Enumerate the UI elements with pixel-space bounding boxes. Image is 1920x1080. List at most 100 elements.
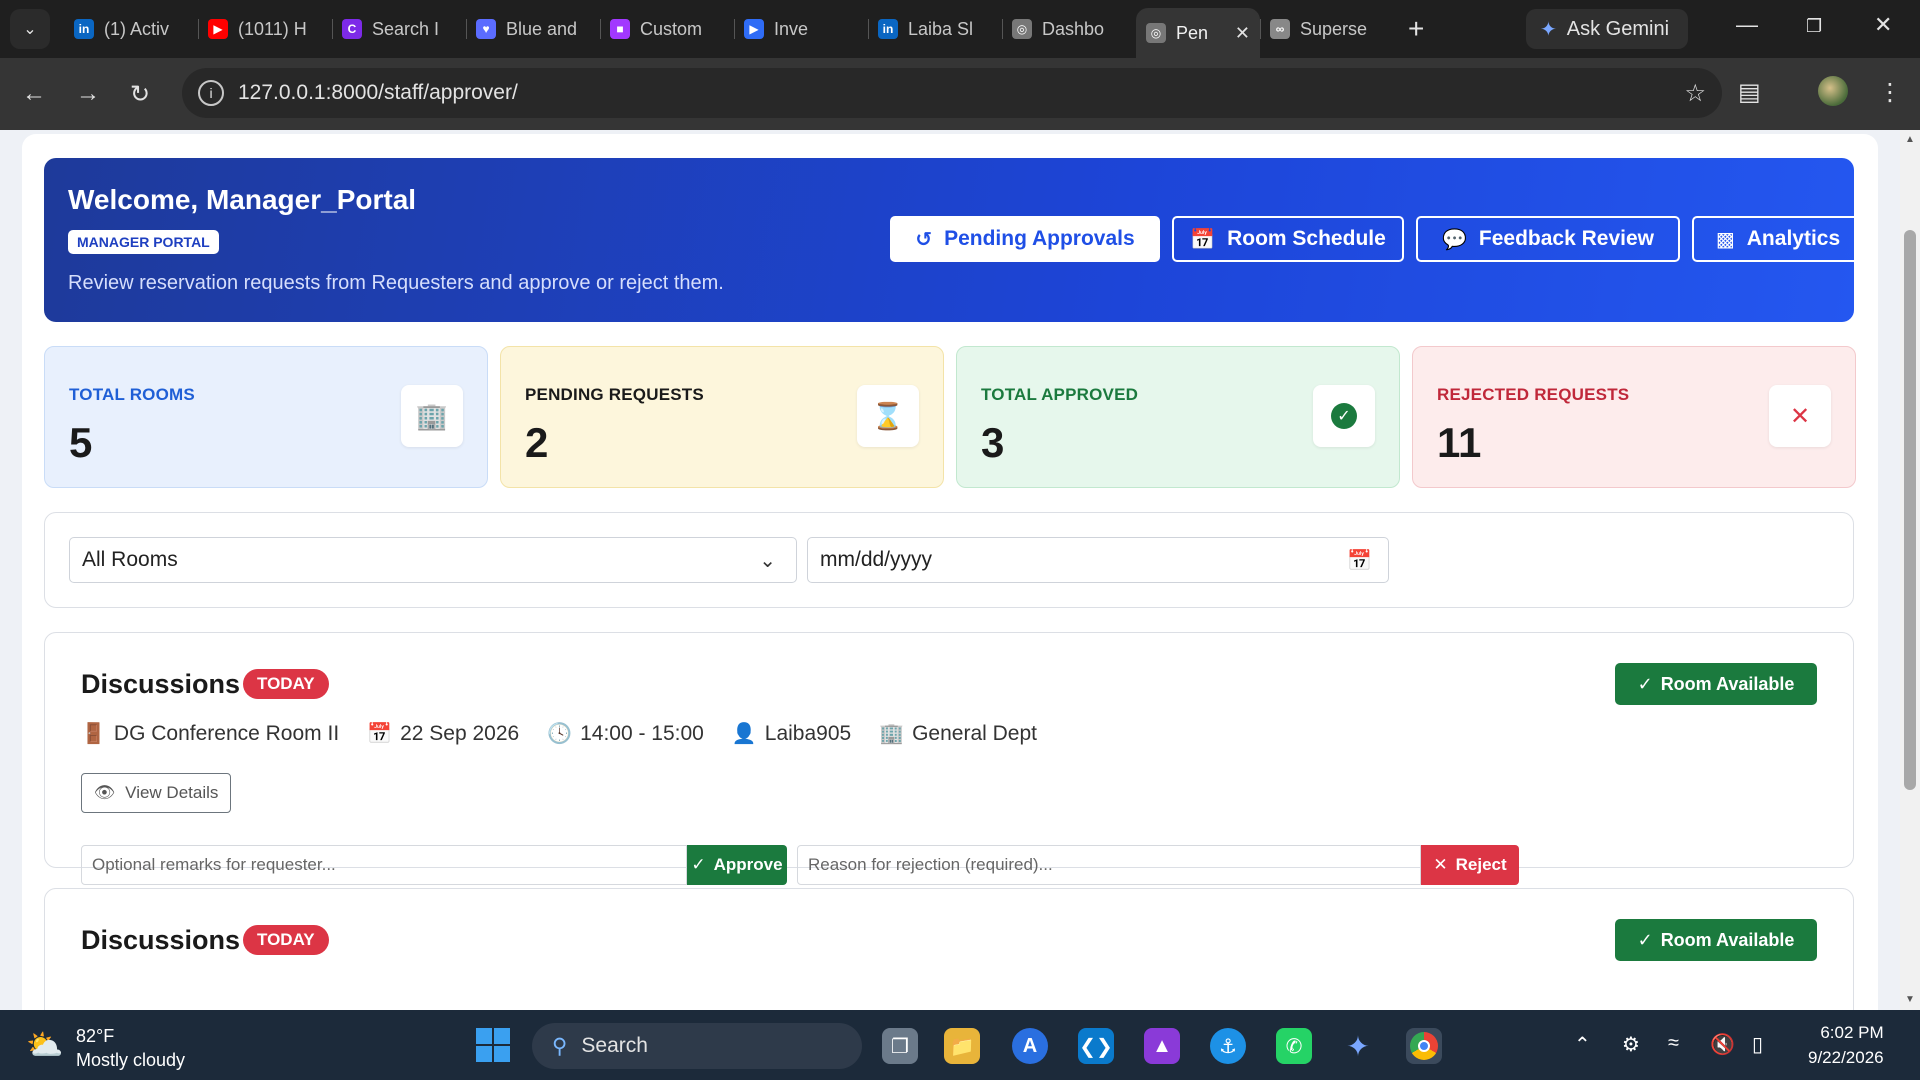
browser-tab[interactable]: C Search I — [332, 7, 466, 51]
restore-button[interactable]: ❐ — [1806, 16, 1822, 37]
windows-taskbar: ⛅ 82°F Mostly cloudy ⚲ Search ❐ 📁 A ❮❯ ▲… — [0, 1010, 1920, 1080]
today-badge: TODAY — [243, 669, 329, 699]
browser-tab[interactable]: ♥ Blue and — [466, 7, 600, 51]
chrome-icon[interactable] — [1406, 1028, 1442, 1064]
room-meta: 🚪 DG Conference Room II — [81, 722, 340, 745]
start-button[interactable] — [476, 1028, 510, 1062]
dept-meta: 🏢 General Dept — [879, 722, 1037, 745]
welcome-banner: Welcome, Manager_Portal MANAGER PORTAL R… — [44, 158, 1864, 322]
stat-value: 5 — [69, 419, 93, 466]
scroll-down-icon[interactable]: ▼ — [1905, 994, 1915, 1005]
tab-search-button[interactable]: ⌄ — [10, 9, 50, 49]
eye-icon: 👁 — [93, 783, 116, 802]
new-tab-button[interactable]: + — [1408, 13, 1424, 45]
stat-card-total-approved: TOTAL APPROVED 3 ✓ — [956, 346, 1400, 488]
page-scrollbar[interactable]: ▲ ▼ — [1900, 130, 1920, 1010]
minimize-button[interactable]: — — [1736, 12, 1758, 38]
building-icon: 🏢 — [879, 723, 905, 745]
stat-card-rejected-requests: REJECTED REQUESTS 11 ✕ — [1412, 346, 1856, 488]
browser-tab[interactable]: ▶ Inve — [734, 7, 868, 51]
back-button[interactable]: ← — [22, 80, 46, 108]
system-clock[interactable]: 6:02 PM 9/22/2026 — [1808, 1020, 1884, 1070]
scrollbar-thumb[interactable] — [1904, 230, 1916, 790]
browser-tab[interactable]: ∞ Superse — [1260, 7, 1394, 51]
globe-icon: ◎ — [1012, 19, 1032, 39]
heart-icon: ♥ — [476, 19, 496, 39]
request-meta: 🚪 DG Conference Room II 📅 22 Sep 2026 🕓 14:… — [81, 721, 1037, 746]
globe-icon: ◎ — [1146, 23, 1166, 43]
linkedin-icon: in — [74, 19, 94, 39]
app-store-icon[interactable]: A — [1012, 1028, 1048, 1064]
chevron-down-icon: ⌄ — [759, 550, 776, 572]
play-icon: ▶ — [744, 19, 764, 39]
reload-button[interactable]: ↻ — [130, 80, 150, 109]
whatsapp-icon[interactable]: ✆ — [1276, 1028, 1312, 1064]
room-available-button[interactable]: ✓ Room Available — [1615, 919, 1817, 961]
check-circle-icon: ✓ — [1313, 385, 1375, 447]
scroll-up-icon[interactable]: ▲ — [1905, 134, 1915, 145]
infinity-icon: ∞ — [1270, 19, 1290, 39]
filter-bar: All Rooms ⌄ mm/dd/yyyy 📅 — [44, 512, 1854, 608]
browser-tab[interactable]: ■ Custom — [600, 7, 734, 51]
approve-button[interactable]: ✓ Approve — [687, 845, 787, 885]
file-explorer-icon[interactable]: 📁 — [944, 1028, 980, 1064]
browser-tab[interactable]: in (1) Activ — [64, 7, 198, 51]
reject-button[interactable]: ✕ Reject — [1421, 845, 1519, 885]
tray-overflow-icon[interactable]: ⌃ — [1574, 1032, 1591, 1057]
volume-muted-icon[interactable]: 🔇 — [1710, 1032, 1735, 1057]
browser-tab[interactable]: ▶ (1011) H — [198, 7, 332, 51]
browser-tab-bar: ⌄ in (1) Activ ▶ (1011) H C Search I ♥ Blue and… — [0, 0, 1920, 58]
room-filter-select[interactable]: All Rooms ⌄ — [69, 537, 797, 583]
cloudy-icon: ⛅ — [26, 1029, 64, 1062]
room-available-button[interactable]: ✓ Room Available — [1615, 663, 1817, 705]
today-badge: TODAY — [243, 925, 329, 955]
canva-icon: C — [342, 19, 362, 39]
omnibox[interactable]: i 127.0.0.1:8000/staff/approver/ ☆ — [182, 68, 1722, 118]
view-details-button[interactable]: 👁 View Details — [81, 773, 231, 813]
user-icon: 👤 — [731, 723, 757, 745]
menu-kebab-icon[interactable]: ⋮ — [1878, 78, 1902, 107]
stat-value: 11 — [1437, 419, 1482, 466]
task-view-icon[interactable]: ❐ — [882, 1028, 918, 1064]
wifi-icon[interactable]: ≈ — [1668, 1032, 1679, 1055]
stat-card-pending-requests: PENDING REQUESTS 2 ⌛ — [500, 346, 944, 488]
browser-tab[interactable]: ◎ Pen ✕ — [1136, 8, 1260, 58]
close-tab-icon[interactable]: ✕ — [1235, 23, 1250, 44]
stat-value: 3 — [981, 419, 1005, 466]
site-info-icon[interactable]: i — [198, 80, 224, 106]
stat-label: PENDING REQUESTS — [525, 385, 704, 404]
role-badge: MANAGER PORTAL — [68, 230, 219, 254]
tab-strip: in (1) Activ ▶ (1011) H C Search I ♥ Blue and ■ C… — [64, 0, 1394, 58]
date-filter-input[interactable]: mm/dd/yyyy 📅 — [807, 537, 1389, 583]
extensions-icon[interactable]: ▤ — [1738, 78, 1761, 107]
remarks-input[interactable]: Optional remarks for requester... — [81, 845, 687, 885]
clock-icon: 🕓 — [547, 723, 573, 745]
url-text: 127.0.0.1:8000/staff/approver/ — [238, 81, 518, 104]
bookmark-star-icon[interactable]: ☆ — [1684, 79, 1706, 108]
forward-button[interactable]: → — [76, 80, 100, 108]
profile-avatar[interactable] — [1818, 76, 1848, 106]
room-schedule-button[interactable]: 📅 Room Schedule — [1172, 216, 1404, 262]
design-app-icon[interactable]: ▲ — [1144, 1028, 1180, 1064]
analytics-button[interactable]: ▩ Analytics — [1692, 216, 1864, 262]
calendar-icon[interactable]: 📅 — [1347, 548, 1372, 573]
vpn-icon[interactable]: ⚙ — [1622, 1032, 1640, 1057]
pending-approvals-button[interactable]: ↺ Pending Approvals — [890, 216, 1160, 262]
close-window-button[interactable]: ✕ — [1874, 12, 1892, 38]
stat-label: REJECTED REQUESTS — [1437, 385, 1630, 404]
battery-icon[interactable]: ▯ — [1752, 1032, 1763, 1057]
rejection-reason-input[interactable]: Reason for rejection (required)... — [797, 845, 1421, 885]
browser-tab[interactable]: in Laiba Sl — [868, 7, 1002, 51]
feedback-review-button[interactable]: 💬 Feedback Review — [1416, 216, 1680, 262]
stat-label: TOTAL APPROVED — [981, 385, 1139, 404]
address-toolbar: ← → ↻ i 127.0.0.1:8000/staff/approver/ ☆… — [0, 58, 1920, 130]
gemini-icon[interactable]: ✦ — [1340, 1028, 1376, 1064]
docker-icon[interactable]: ⚓ — [1210, 1028, 1246, 1064]
ask-gemini-button[interactable]: ✦ Ask Gemini — [1526, 9, 1688, 49]
date-meta: 📅 22 Sep 2026 — [367, 722, 520, 745]
taskbar-search[interactable]: ⚲ Search — [532, 1023, 862, 1069]
calendar-icon: 📅 — [1190, 228, 1216, 251]
chat-icon: 💬 — [1442, 228, 1467, 251]
browser-tab[interactable]: ◎ Dashbo — [1002, 7, 1136, 51]
vscode-icon[interactable]: ❮❯ — [1078, 1028, 1114, 1064]
